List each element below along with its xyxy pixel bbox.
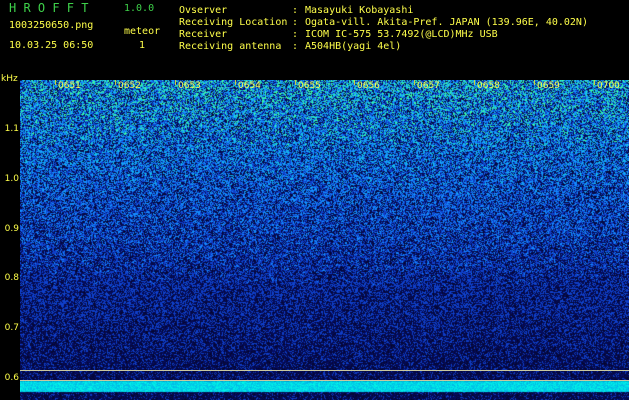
spectrogram-canvas bbox=[20, 80, 629, 400]
antenna-label: Receiving antenna bbox=[179, 41, 282, 52]
x-tick-label: 0652 bbox=[118, 81, 141, 91]
y-tick-label: 0.6 bbox=[4, 373, 19, 383]
receiver-label: Receiver bbox=[179, 29, 228, 40]
x-tick-label: 0653 bbox=[178, 81, 201, 91]
x-tick-label: 0700 bbox=[597, 81, 620, 91]
x-tick-mark bbox=[354, 80, 355, 85]
x-tick-mark bbox=[534, 80, 535, 85]
y-tick-label: 0.8 bbox=[4, 273, 19, 283]
y-axis-unit: kHz bbox=[1, 74, 18, 84]
x-tick-label: 0651 bbox=[58, 81, 81, 91]
x-tick-label: 0655 bbox=[298, 81, 321, 91]
receiver-sep: : bbox=[292, 29, 299, 40]
x-tick-label: 0658 bbox=[477, 81, 500, 91]
x-tick-mark bbox=[235, 80, 236, 85]
y-tick-label: 1.1 bbox=[4, 124, 19, 134]
y-tick-label: 0.7 bbox=[4, 323, 19, 333]
x-tick-label: 0654 bbox=[238, 81, 261, 91]
x-tick-label: 0657 bbox=[417, 81, 440, 91]
y-tick-label: 1.0 bbox=[4, 174, 19, 184]
header-panel: H R O F F T 1.0.0 1003250650.png meteor … bbox=[0, 0, 629, 80]
observer-label: Ovserver bbox=[179, 5, 228, 16]
app-version: 1.0.0 bbox=[124, 3, 155, 14]
x-tick-mark bbox=[115, 80, 116, 85]
observer-value: Masayuki Kobayashi bbox=[305, 5, 414, 16]
capture-datetime: 10.03.25 06:50 bbox=[9, 40, 94, 51]
observer-sep: : bbox=[292, 5, 299, 16]
x-tick-mark bbox=[295, 80, 296, 85]
x-tick-mark bbox=[474, 80, 475, 85]
x-tick-mark bbox=[175, 80, 176, 85]
reference-line-lower bbox=[20, 380, 629, 381]
meteor-label: meteor bbox=[124, 26, 161, 37]
x-tick-mark bbox=[594, 80, 595, 85]
reference-line-upper bbox=[20, 370, 629, 371]
location-label: Receiving Location bbox=[179, 17, 288, 28]
meteor-count: 1 bbox=[139, 40, 146, 51]
x-tick-mark bbox=[414, 80, 415, 85]
antenna-sep: : bbox=[292, 41, 299, 52]
x-tick-label: 0659 bbox=[537, 81, 560, 91]
receiver-value: ICOM IC-575 53.7492(@LCD)MHz USB bbox=[305, 29, 498, 40]
antenna-value: A504HB(yagi 4el) bbox=[305, 41, 402, 52]
y-tick-label: 0.9 bbox=[4, 224, 19, 234]
location-sep: : bbox=[292, 17, 299, 28]
location-value: Ogata-vill. Akita-Pref. JAPAN (139.96E, … bbox=[305, 17, 588, 28]
x-tick-label: 0656 bbox=[357, 81, 380, 91]
file-name: 1003250650.png bbox=[9, 20, 94, 31]
x-tick-mark bbox=[55, 80, 56, 85]
app-title: H R O F F T bbox=[9, 1, 89, 15]
